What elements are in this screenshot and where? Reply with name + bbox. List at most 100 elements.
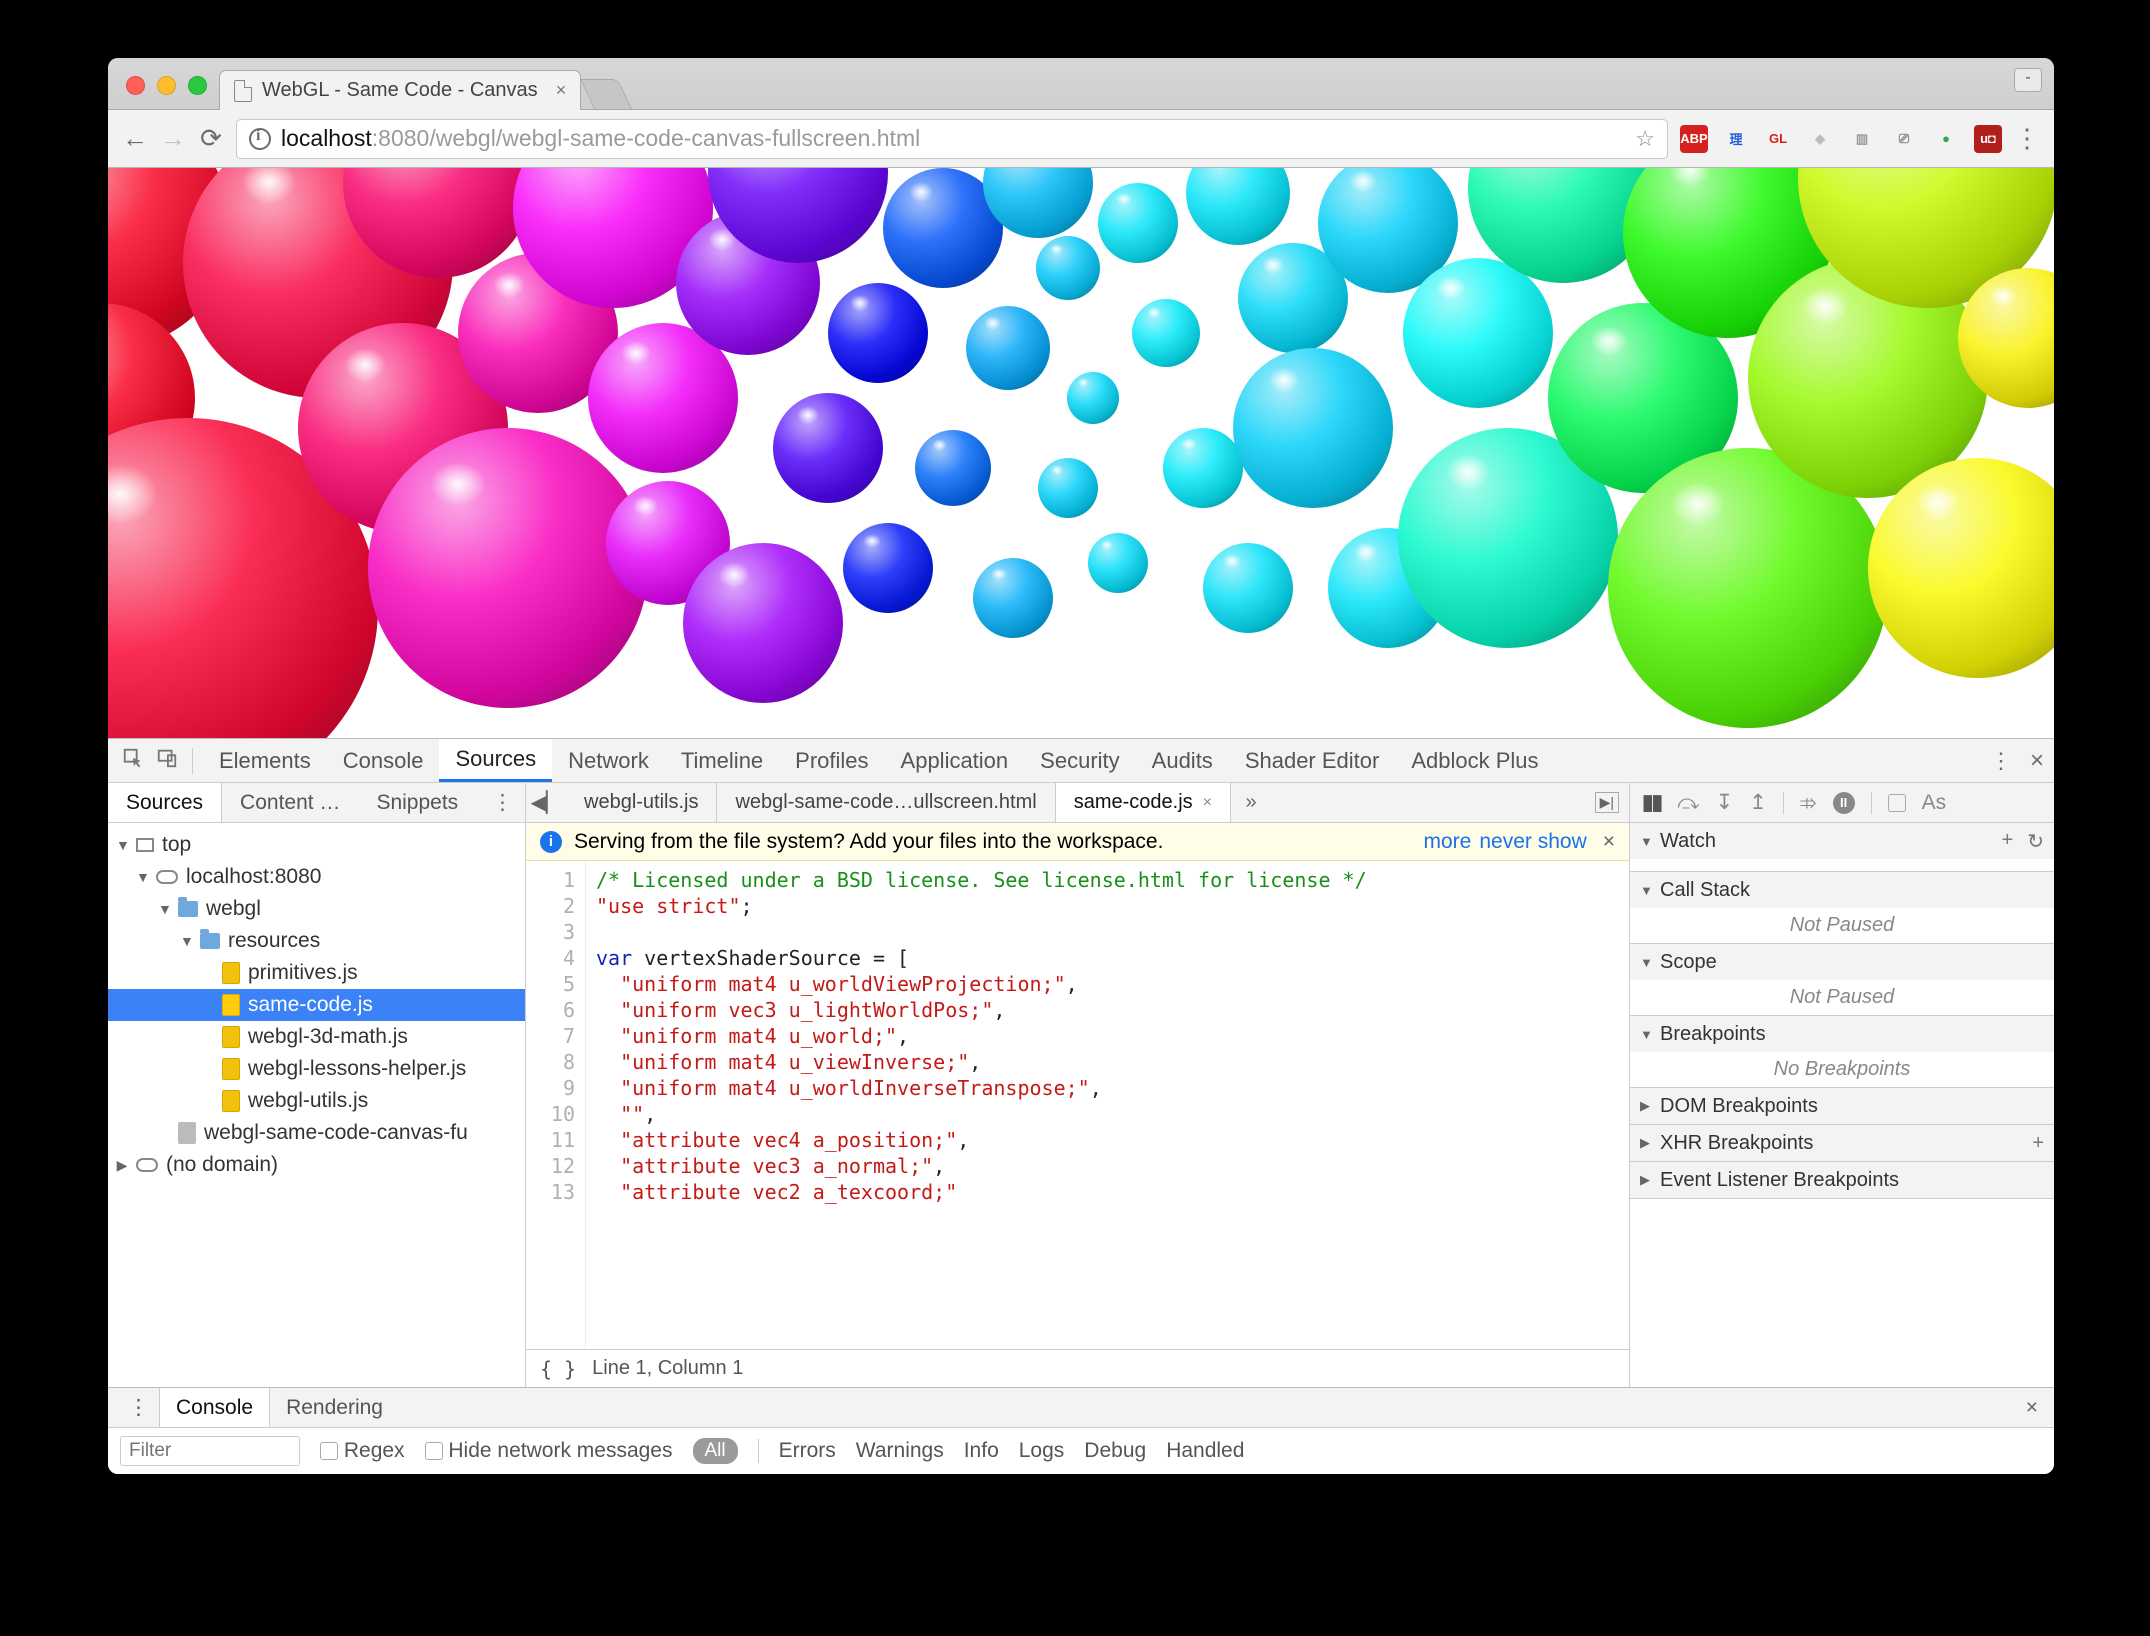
reload-button[interactable]: ⟳ — [198, 123, 224, 154]
editor-overflow-icon[interactable]: » — [1231, 791, 1271, 814]
zoom-window-button[interactable] — [188, 76, 207, 95]
step-over-icon[interactable]: ⤼ — [1677, 791, 1699, 815]
extension-drive[interactable]: ◆ — [1806, 125, 1834, 153]
devtools-tab-application[interactable]: Application — [885, 739, 1025, 782]
pause-icon[interactable]: ▮▮ — [1642, 790, 1661, 815]
devtools-tab-adblock-plus[interactable]: Adblock Plus — [1395, 739, 1554, 782]
devtools-tab-security[interactable]: Security — [1024, 739, 1135, 782]
tree-file[interactable]: webgl-utils.js — [248, 1089, 368, 1113]
devtools-tab-profiles[interactable]: Profiles — [779, 739, 884, 782]
disclosure-icon[interactable]: ▼ — [1640, 1027, 1652, 1042]
editor-tab[interactable]: webgl-same-code…ullscreen.html — [717, 783, 1055, 822]
section-header[interactable]: ▶ Event Listener Breakpoints — [1630, 1162, 2054, 1198]
regex-checkbox[interactable] — [320, 1442, 338, 1460]
filter-input[interactable] — [120, 1436, 300, 1466]
section-tool-icon[interactable]: + — [2002, 829, 2014, 854]
content-scripts-tab[interactable]: Content … — [222, 783, 358, 822]
section-header[interactable]: ▼ Scope — [1630, 944, 2054, 980]
close-window-button[interactable] — [126, 76, 145, 95]
drawer-tab-rendering[interactable]: Rendering — [270, 1388, 399, 1427]
snippets-tab[interactable]: Snippets — [358, 783, 476, 822]
devtools-more-icon[interactable]: ⋮ — [1990, 748, 2012, 774]
section-header[interactable]: ▶ XHR Breakpoints + — [1630, 1125, 2054, 1161]
toggle-device-icon[interactable] — [152, 747, 182, 775]
tree-folder-webgl[interactable]: webgl — [206, 897, 261, 921]
disclosure-icon[interactable]: ▶ — [1640, 1098, 1652, 1114]
infobar-never-link[interactable]: never show — [1479, 830, 1586, 854]
hide-network-checkbox[interactable] — [425, 1442, 443, 1460]
browser-tab[interactable]: WebGL - Same Code - Canvas × — [219, 70, 581, 110]
show-function-icon[interactable]: ▶| — [1595, 792, 1619, 813]
devtools-close-icon[interactable]: × — [2030, 747, 2044, 775]
level-info[interactable]: Info — [964, 1439, 999, 1463]
disclosure-icon[interactable]: ▼ — [1640, 834, 1652, 849]
level-errors[interactable]: Errors — [779, 1439, 836, 1463]
step-into-icon[interactable]: ↧ — [1716, 790, 1734, 815]
editor-tab-active[interactable]: same-code.js× — [1056, 783, 1231, 822]
drawer-tab-console[interactable]: Console — [159, 1388, 270, 1427]
devtools-tab-audits[interactable]: Audits — [1136, 739, 1229, 782]
disclosure-icon[interactable]: ▶ — [1640, 1135, 1652, 1151]
disclosure-icon[interactable]: ▶ — [1640, 1172, 1652, 1188]
level-all[interactable]: All — [693, 1438, 738, 1464]
forward-button[interactable]: → — [160, 123, 186, 154]
section-tool-icon[interactable]: ↻ — [2027, 829, 2044, 854]
extension-ri[interactable]: 理 — [1722, 125, 1750, 153]
infobar-close-icon[interactable]: × — [1603, 830, 1615, 854]
pause-exceptions-icon[interactable]: II — [1833, 792, 1855, 814]
tree-file[interactable]: webgl-3d-math.js — [248, 1025, 408, 1049]
site-info-icon[interactable] — [249, 128, 271, 150]
pretty-print-icon[interactable]: { } — [540, 1357, 576, 1381]
section-tool-icon[interactable]: + — [2032, 1132, 2044, 1155]
tree-top[interactable]: top — [162, 833, 191, 857]
devtools-tab-shader-editor[interactable]: Shader Editor — [1229, 739, 1396, 782]
minimize-window-button[interactable] — [157, 76, 176, 95]
editor-history-icon[interactable]: ◀▏ — [526, 790, 566, 815]
address-bar[interactable]: localhost:8080/webgl/webgl-same-code-can… — [236, 119, 1668, 159]
section-header[interactable]: ▼ Call Stack — [1630, 872, 2054, 908]
level-warnings[interactable]: Warnings — [856, 1439, 944, 1463]
tab-close-icon[interactable]: × — [556, 80, 567, 101]
back-button[interactable]: ← — [122, 123, 148, 154]
code-editor[interactable]: 12345678910111213 /* Licensed under a BS… — [526, 861, 1629, 1349]
tree-file[interactable]: webgl-same-code-canvas-fu — [204, 1121, 468, 1145]
new-tab-button[interactable] — [580, 79, 632, 109]
section-header[interactable]: ▼ Watch +↻ — [1630, 823, 2054, 859]
tree-host[interactable]: localhost:8080 — [186, 865, 321, 889]
file-tree[interactable]: ▼top ▼localhost:8080 ▼webgl ▼resources p… — [108, 823, 525, 1387]
extension-grn[interactable]: ● — [1932, 125, 1960, 153]
level-handled[interactable]: Handled — [1166, 1439, 1244, 1463]
tree-folder-resources[interactable]: resources — [228, 929, 320, 953]
deactivate-breakpoints-icon[interactable]: ⤃ — [1800, 791, 1817, 815]
infobar-more-link[interactable]: more — [1423, 830, 1471, 854]
tree-file-selected[interactable]: same-code.js — [248, 993, 373, 1017]
sources-tab[interactable]: Sources — [108, 783, 222, 822]
devtools-tab-console[interactable]: Console — [327, 739, 440, 782]
disclosure-icon[interactable]: ▼ — [1640, 883, 1652, 898]
close-icon[interactable]: × — [1203, 794, 1212, 812]
section-header[interactable]: ▶ DOM Breakpoints — [1630, 1088, 2054, 1124]
extension-gl[interactable]: GL — [1764, 125, 1792, 153]
chrome-menu-icon[interactable]: ⋮ — [2014, 123, 2040, 154]
drawer-close-icon[interactable]: × — [2026, 1396, 2044, 1420]
section-header[interactable]: ▼ Breakpoints — [1630, 1016, 2054, 1052]
tree-no-domain[interactable]: (no domain) — [166, 1153, 278, 1177]
extension-doc[interactable]: ▥ — [1848, 125, 1876, 153]
extension-ubo[interactable]: u◘ — [1974, 125, 2002, 153]
bookmark-icon[interactable]: ☆ — [1635, 126, 1655, 152]
devtools-tab-elements[interactable]: Elements — [203, 739, 327, 782]
disclosure-icon[interactable]: ▼ — [1640, 955, 1652, 970]
navigator-more-icon[interactable]: ⋮ — [480, 783, 525, 822]
devtools-tab-sources[interactable]: Sources — [439, 739, 552, 782]
extension-cast[interactable]: ⎚ — [1890, 125, 1918, 153]
tree-file[interactable]: primitives.js — [248, 961, 358, 985]
extension-abp[interactable]: ABP — [1680, 125, 1708, 153]
async-checkbox[interactable] — [1888, 794, 1906, 812]
tree-file[interactable]: webgl-lessons-helper.js — [248, 1057, 466, 1081]
devtools-tab-timeline[interactable]: Timeline — [665, 739, 779, 782]
window-collapse-button[interactable]: - — [2014, 68, 2042, 92]
devtools-tab-network[interactable]: Network — [552, 739, 665, 782]
inspect-element-icon[interactable] — [118, 747, 148, 775]
level-logs[interactable]: Logs — [1019, 1439, 1065, 1463]
level-debug[interactable]: Debug — [1084, 1439, 1146, 1463]
